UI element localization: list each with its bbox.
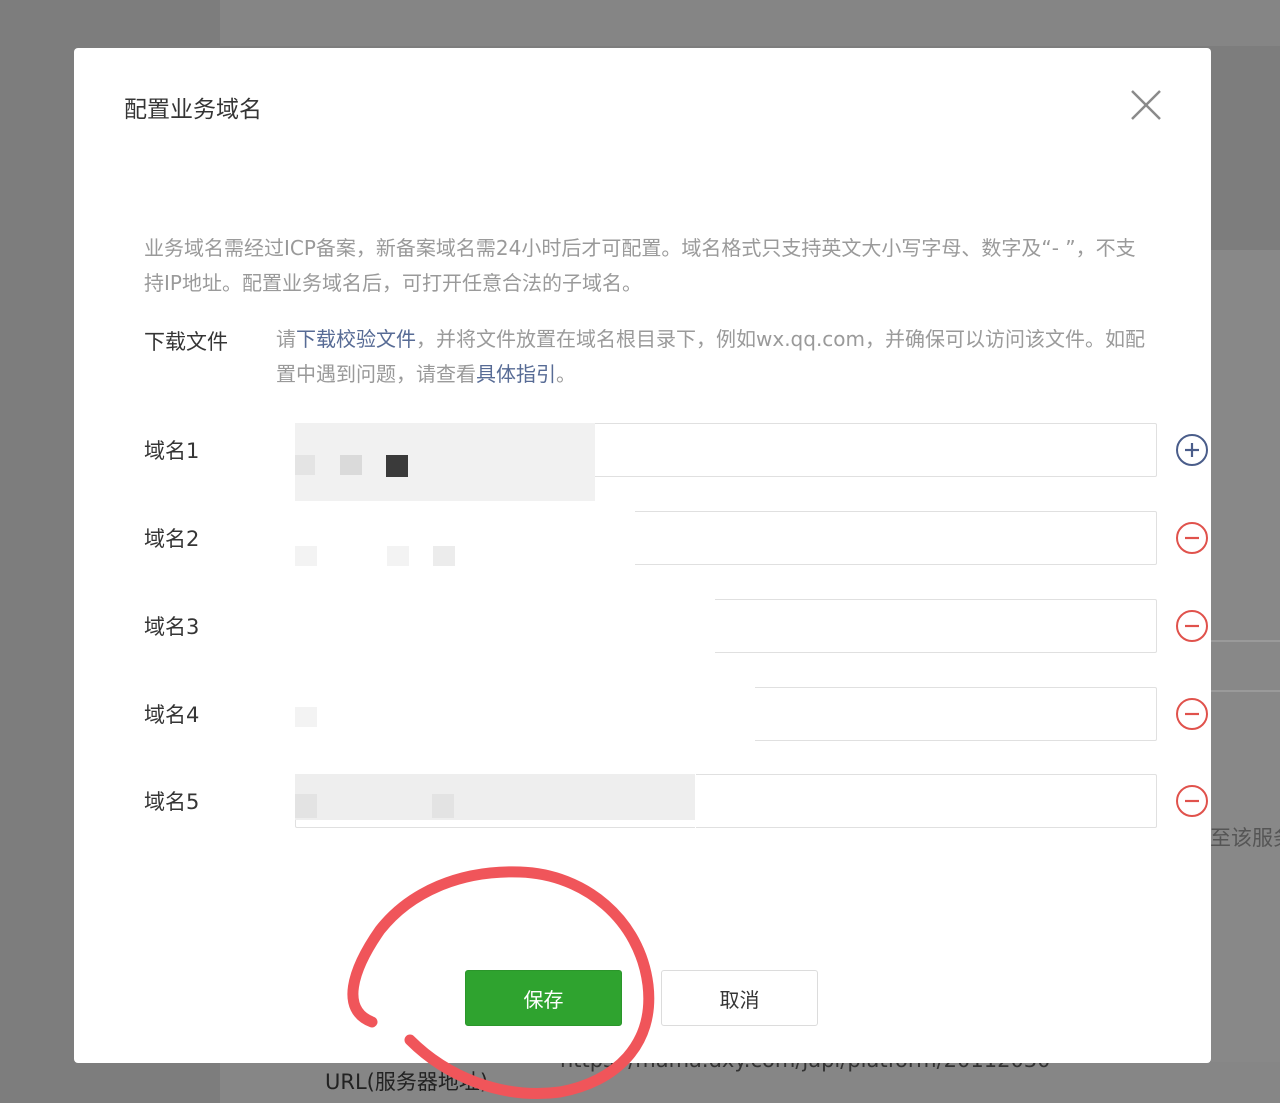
- download-file-label: 下载文件: [144, 330, 228, 354]
- background-right-panel: [1211, 250, 1280, 1103]
- remove-domain-button[interactable]: [1175, 609, 1209, 643]
- remove-domain-button[interactable]: [1175, 784, 1209, 818]
- redacted-value: [340, 455, 362, 475]
- cancel-button[interactable]: 取消: [661, 970, 818, 1026]
- domain-label: 域名4: [144, 703, 200, 727]
- download-text-prefix: 请: [276, 327, 296, 351]
- domain-requirements-text: 业务域名需经过ICP备案，新备案域名需24小时后才可配置。域名格式只支持英文大小…: [144, 236, 1136, 295]
- configure-business-domain-dialog: 配置业务域名 业务域名需经过ICP备案，新备案域名需24小时后才可配置。域名格式…: [74, 48, 1211, 1063]
- background-divider: [1211, 640, 1280, 642]
- redacted-value: [295, 794, 317, 818]
- redacted-value: [295, 546, 317, 566]
- minus-circle-icon: [1175, 697, 1209, 731]
- save-button[interactable]: 保存: [465, 970, 622, 1026]
- minus-circle-icon: [1175, 609, 1209, 643]
- redacted-value: [295, 589, 715, 663]
- dialog-title: 配置业务域名: [124, 97, 262, 123]
- background-side-text: 至该服务: [1210, 826, 1280, 850]
- background-url-label: URL(服务器地址): [325, 1070, 489, 1094]
- domain-row-4: 域名4: [144, 677, 1208, 751]
- download-file-description: 请下载校验文件，并将文件放置在域名根目录下，例如wx.qq.com，并确保可以访…: [276, 322, 1146, 392]
- redacted-value: [387, 546, 409, 566]
- remove-domain-button[interactable]: [1175, 697, 1209, 731]
- redacted-value: [432, 794, 454, 818]
- background-divider: [1211, 690, 1280, 692]
- background-top-bar: [220, 0, 1280, 46]
- redacted-value: [295, 501, 635, 571]
- add-domain-button[interactable]: [1175, 433, 1209, 467]
- domain-row-2: 域名2: [144, 501, 1208, 571]
- domain-row-1: 域名1: [144, 423, 1208, 501]
- minus-circle-icon: [1175, 521, 1209, 555]
- domain-row-3: 域名3: [144, 589, 1208, 663]
- domain-label: 域名1: [144, 439, 200, 463]
- redacted-value: [386, 455, 408, 477]
- redacted-value: [295, 455, 315, 475]
- remove-domain-button[interactable]: [1175, 521, 1209, 555]
- domain-label: 域名3: [144, 615, 200, 639]
- close-button[interactable]: [1127, 86, 1165, 124]
- close-icon: [1127, 86, 1165, 124]
- minus-circle-icon: [1175, 784, 1209, 818]
- redacted-value: [295, 707, 317, 727]
- redacted-value: [295, 677, 755, 751]
- download-text-suffix: 。: [556, 362, 576, 386]
- redacted-value: [433, 546, 455, 566]
- download-verification-file-link[interactable]: 下载校验文件: [296, 327, 416, 351]
- guide-link[interactable]: 具体指引: [476, 362, 556, 386]
- plus-circle-icon: [1175, 433, 1209, 467]
- domain-row-5: 域名5: [144, 774, 1208, 830]
- domain-label: 域名2: [144, 527, 200, 551]
- domain-label: 域名5: [144, 790, 200, 814]
- redacted-value: [695, 774, 696, 830]
- redacted-value: [295, 774, 695, 820]
